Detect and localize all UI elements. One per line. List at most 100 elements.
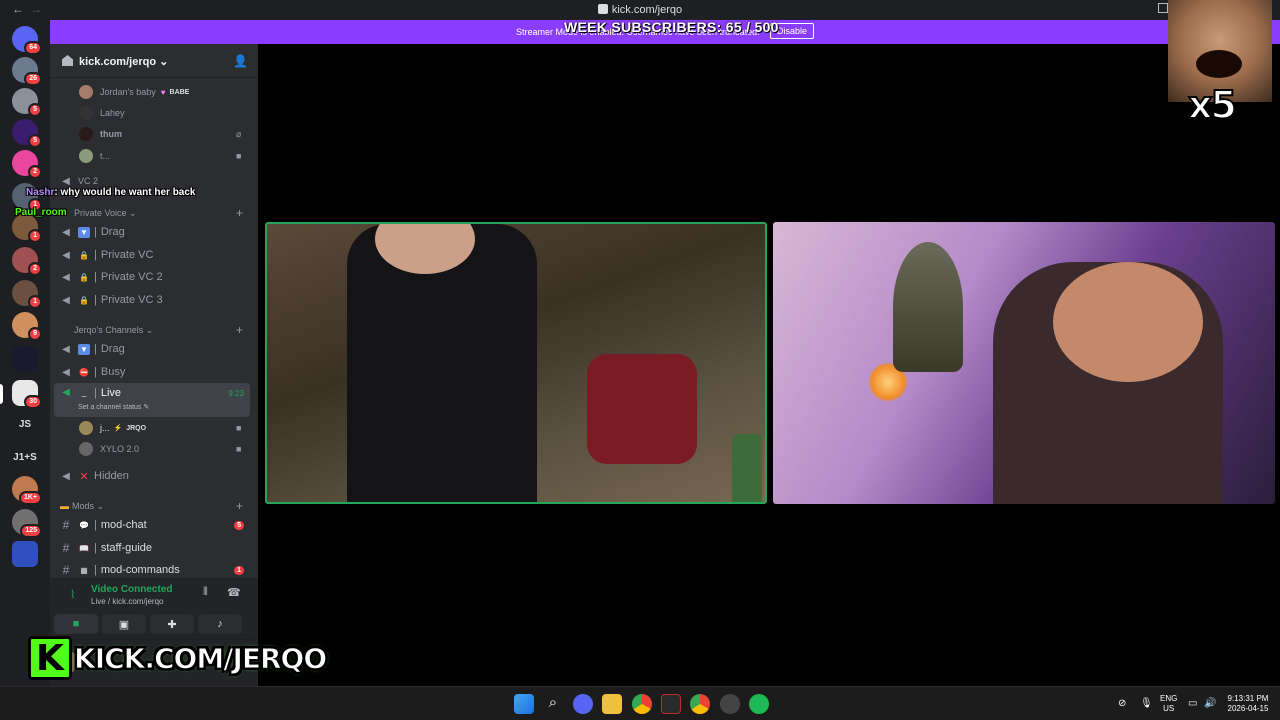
volume-icon[interactable]: 🔊 (1204, 699, 1216, 709)
server-icon[interactable]: 2 (12, 150, 42, 179)
channel-live[interactable]: ◀ _ | Live 9:23 Set a channel status ✎ (54, 383, 250, 417)
speaker-icon: ◀ (62, 470, 70, 482)
server-icon[interactable] (12, 541, 38, 567)
language-indicator[interactable]: ENG US (1160, 694, 1177, 714)
live-duration: 9:23 (228, 389, 244, 398)
hash-icon: # (62, 518, 70, 532)
screen-share-icon[interactable]: ▣ (102, 614, 146, 634)
add-channel-icon[interactable]: + (236, 323, 243, 337)
camera-icon: ■ (236, 151, 242, 161)
server-icon-kick-jerqo[interactable]: 30 (12, 380, 42, 409)
voice-user[interactable]: t... (79, 147, 110, 165)
streaming-app-icon[interactable] (661, 694, 681, 714)
server-header[interactable]: kick.com/jerqo ⌄ 👤 (50, 44, 258, 78)
server-icon-j1s[interactable]: J1+S (12, 452, 38, 463)
windows-start-icon[interactable] (514, 694, 534, 714)
book-icon: 📖 (79, 543, 89, 553)
server-icon[interactable]: 1 (12, 280, 42, 309)
arrow-down-emoji-icon: ▼ (78, 226, 90, 238)
channel-busy[interactable]: ◀ ⛔ | Busy (54, 361, 250, 383)
voice-user[interactable]: XYLO 2.0 (79, 440, 139, 458)
spotify-icon[interactable] (749, 694, 769, 714)
server-icon[interactable]: 9 (12, 312, 42, 341)
unread-count: 5 (234, 520, 244, 530)
voice-user[interactable]: Jordan's baby ♥ BABE (79, 83, 189, 101)
server-icon[interactable]: 26 (12, 57, 42, 86)
window-restore-icon[interactable] (1158, 3, 1168, 13)
category-private-voice[interactable]: Private Voice ⌄ + (60, 206, 243, 220)
channel-drag[interactable]: ◀ ▼ | Drag (54, 338, 250, 360)
camera-icon: ■ (236, 423, 242, 433)
chrome-icon[interactable] (632, 694, 652, 714)
unread-badge: 5 (28, 134, 42, 148)
voice-status[interactable]: Video Connected (91, 584, 173, 595)
category-mods[interactable]: ▬ Mods ⌄ + (60, 499, 243, 513)
noise-suppression-icon[interactable]: ⦀ (203, 586, 208, 599)
unread-badge: 5 (28, 103, 42, 117)
add-channel-icon[interactable]: + (236, 499, 243, 513)
subscriber-goal-overlay: WEEK SUBSCRIBERS: 65 / 500 (564, 19, 779, 35)
network-icon[interactable]: ▭ (1188, 699, 1197, 709)
soundboard-icon[interactable]: ♪ (198, 614, 242, 634)
speech-bubble-icon: 💬 (79, 520, 89, 530)
channel-private-vc-2[interactable]: ◀ 🔒 | Private VC 2 (54, 266, 250, 288)
server-icon[interactable]: 5 (12, 119, 42, 148)
channel-drag[interactable]: ◀ ▼ | Drag (54, 221, 250, 243)
channel-emoji-icon: _ (81, 388, 87, 397)
voice-user[interactable]: thum (79, 125, 122, 143)
channel-private-vc-3[interactable]: ◀ 🔒 | Private VC 3 (54, 289, 250, 311)
activities-icon[interactable]: ✚ (150, 614, 194, 634)
set-channel-status[interactable]: Set a channel status ✎ (78, 403, 149, 411)
add-channel-icon[interactable]: + (236, 206, 243, 220)
no-entry-icon: ⛔ (79, 367, 89, 377)
speaker-active-icon: ◀ (62, 387, 70, 398)
discord-home-icon[interactable]: 64 (12, 26, 42, 55)
server-icon[interactable]: 2 (12, 247, 42, 276)
invite-people-icon[interactable]: 👤 (233, 54, 248, 68)
speaker-icon: ◀ (62, 366, 70, 378)
unread-badge: 9 (28, 327, 42, 341)
voice-connection-panel: ⌇ Video Connected Live / kick.com/jerqo … (50, 578, 258, 640)
window-url: kick.com/jerqo (0, 4, 1280, 16)
tray-app-icon[interactable]: ⊘ (1118, 699, 1126, 709)
voice-user[interactable]: Lahey (79, 104, 125, 122)
kick-brand-overlay: K KICK.COM/JERQO (28, 633, 328, 683)
server-icon-js[interactable]: JS (12, 419, 38, 430)
x-icon: ✕ (79, 470, 89, 483)
video-stage (258, 44, 1280, 686)
obs-icon[interactable] (720, 694, 740, 714)
meme-multiplier: x5 (1187, 82, 1238, 128)
server-icon[interactable]: 1K+ (12, 476, 42, 505)
chat-message: Nashr: why would he want her back (26, 187, 196, 198)
channel-private-vc[interactable]: ◀ 🔒 | Private VC (54, 244, 250, 266)
disconnect-icon[interactable]: ☎ (227, 586, 241, 599)
voice-location[interactable]: Live / kick.com/jerqo (91, 597, 163, 606)
discord-app-icon[interactable] (573, 694, 593, 714)
file-explorer-icon[interactable] (602, 694, 622, 714)
video-tile-speaking[interactable] (265, 222, 767, 504)
camera-button[interactable]: ■ (54, 614, 98, 634)
server-icon[interactable]: 125 (12, 509, 42, 538)
speaker-icon: ◀ (62, 343, 70, 355)
server-icon[interactable]: 5 (12, 88, 42, 117)
unread-badge: 64 (24, 41, 42, 55)
channel-staff-guide[interactable]: # 📖 | staff-guide (54, 537, 250, 559)
folder-icon: ▬ (60, 501, 69, 511)
server-icon[interactable] (12, 346, 38, 372)
voice-user[interactable]: j... ⚡ JRQO (79, 419, 146, 437)
channel-mod-chat[interactable]: # 💬 | mod-chat 5 (54, 514, 250, 536)
selected-server-indicator (0, 384, 3, 404)
laughing-mouth (1196, 50, 1242, 78)
video-tile[interactable] (773, 222, 1275, 504)
title-bar: ← → kick.com/jerqo (0, 0, 1280, 20)
connection-signal-icon[interactable]: ⌇ (70, 588, 75, 601)
search-icon[interactable]: ⌕ (543, 694, 563, 714)
clock[interactable]: 9:13:31 PM 2026-04-15 (1222, 694, 1274, 714)
community-icon (62, 55, 73, 66)
channel-hidden[interactable]: ◀ ✕ Hidden (54, 465, 250, 487)
category-jerqos-channels[interactable]: Jerqo's Channels ⌄ + (60, 323, 243, 337)
hash-icon: # (62, 563, 70, 577)
url-text: kick.com/jerqo (611, 4, 683, 16)
microphone-icon[interactable]: 🎙 (1140, 699, 1153, 709)
chrome-profile-icon[interactable] (690, 694, 710, 714)
